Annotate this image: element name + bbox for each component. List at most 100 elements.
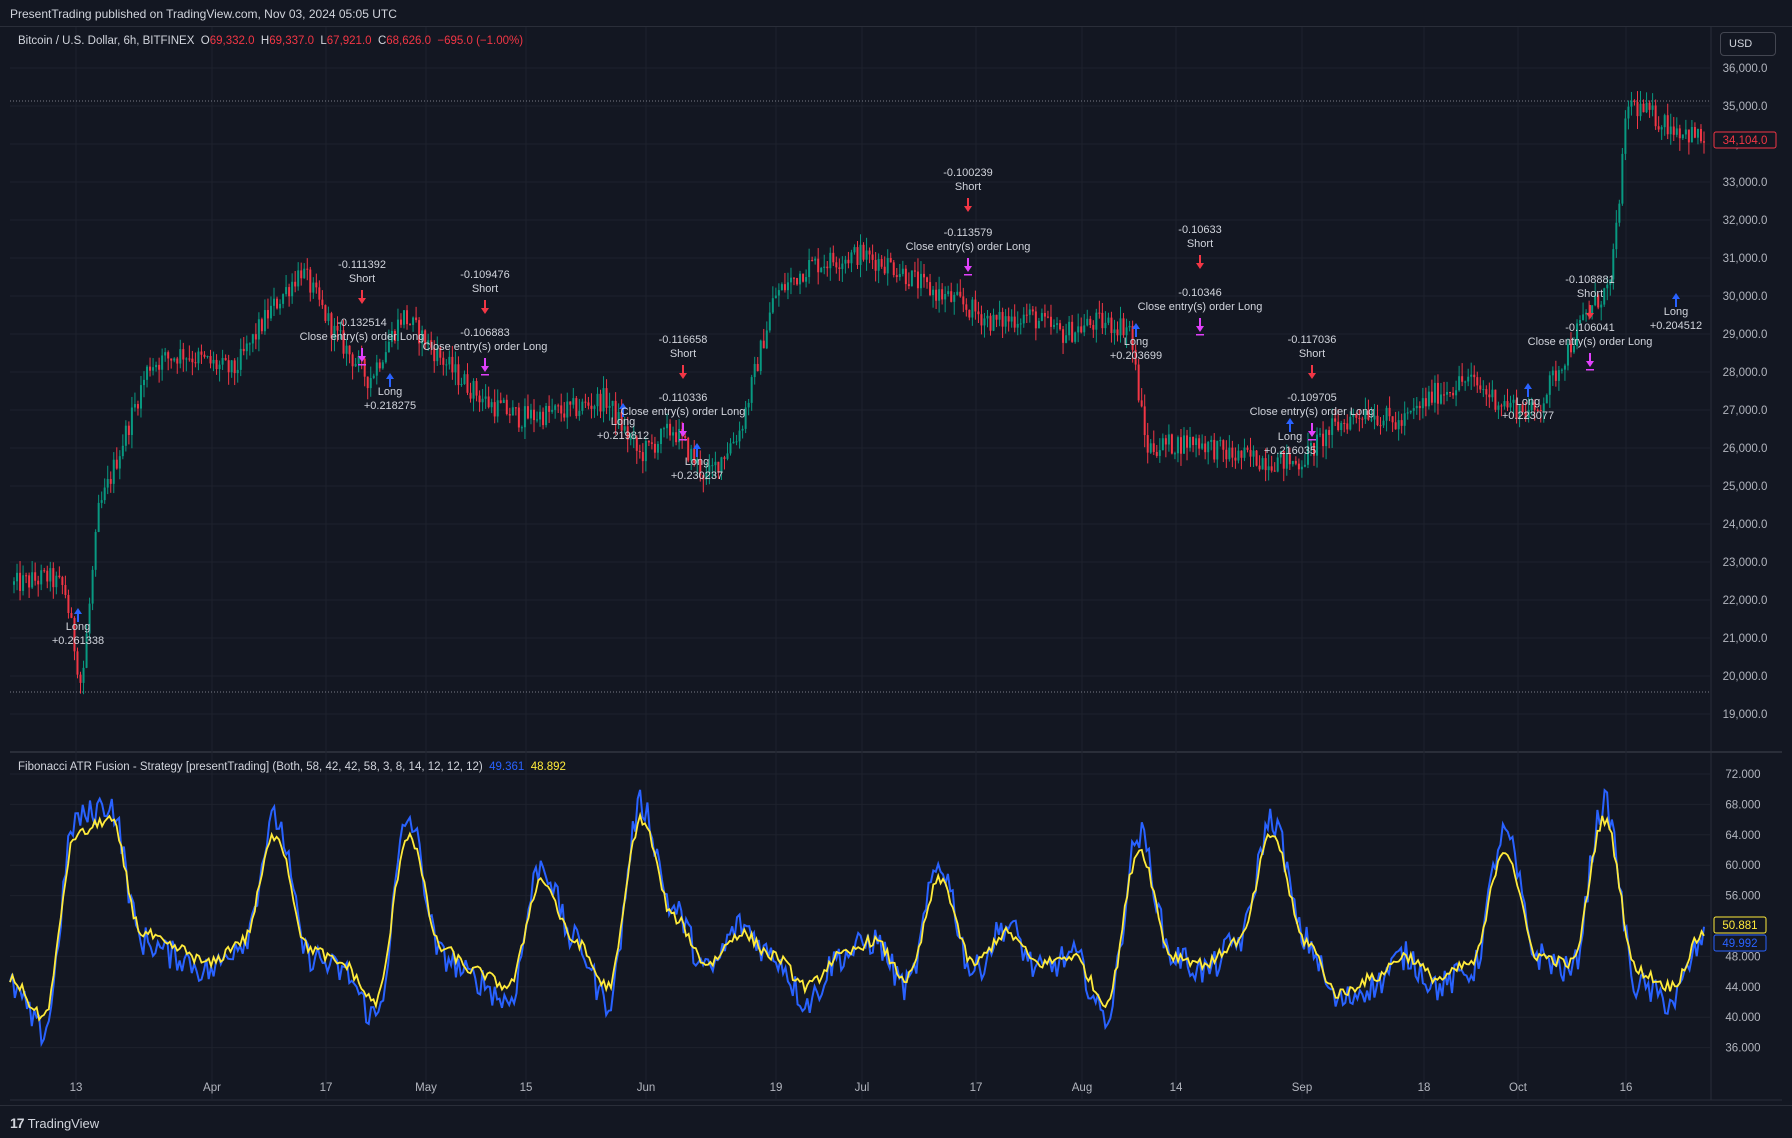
candle-body (977, 311, 980, 315)
candle-body (245, 343, 248, 352)
candle-body (829, 252, 832, 269)
candle-body (188, 358, 191, 360)
trade-value: -0.106041 (1565, 322, 1615, 334)
candle-body (1176, 437, 1179, 454)
candle-body (950, 291, 953, 302)
candle-body (415, 317, 418, 321)
candle-body (956, 291, 959, 295)
candle-body (659, 428, 662, 445)
candle-body (372, 375, 375, 379)
candle-body (1331, 418, 1334, 435)
candle-body (508, 414, 511, 416)
trade-label: Short (472, 283, 498, 295)
candle-body (1563, 365, 1566, 370)
candle-body (1328, 430, 1331, 435)
candle-body (965, 304, 968, 310)
candle-body (1554, 370, 1557, 381)
trade-value: -0.109476 (460, 269, 510, 281)
candle-body (1666, 115, 1669, 135)
candle-body (1113, 329, 1116, 333)
candle-body (348, 345, 351, 355)
candle-body (889, 258, 892, 263)
candle-body (16, 572, 19, 582)
price-pane[interactable] (10, 27, 1710, 751)
chart-canvas[interactable]: Long +0.261338 -0.111392 Short -0.132514 Clos… (0, 0, 1792, 1105)
candle-body (82, 667, 85, 683)
candle-body (143, 379, 145, 386)
candle-body (91, 569, 94, 604)
high-label: H (260, 35, 270, 47)
candle-body (910, 270, 913, 287)
candle-body (409, 324, 412, 326)
candle-body (1449, 391, 1452, 393)
trade-value: +0.216035 (1264, 445, 1316, 457)
candle-body (1089, 318, 1092, 325)
trade-value: +0.223077 (1502, 410, 1554, 422)
candle-body (1669, 126, 1672, 135)
candle-body (883, 266, 886, 274)
candle-body (457, 364, 460, 386)
candle-body (1291, 460, 1294, 465)
low-value: 67,921.0 (326, 35, 372, 47)
candle-body (1195, 438, 1198, 446)
candle-body (254, 334, 257, 340)
currency-button[interactable]: USD (1720, 32, 1776, 56)
candle-body (656, 444, 659, 453)
candle-body (248, 343, 251, 345)
candle-body (209, 356, 212, 364)
symbol-name[interactable]: Bitcoin / U.S. Dollar, 6h, BITFINEX (18, 35, 194, 47)
high-value: 69,337.0 (269, 35, 314, 47)
candle-body (366, 376, 369, 389)
candle-body (1065, 335, 1068, 343)
candle-body (300, 270, 303, 279)
symbol-legend[interactable]: Bitcoin / U.S. Dollar, 6h, BITFINEX O69,… (18, 35, 523, 47)
price-axis[interactable]: 36,000.035,000.034,000.033,000.032,000.0… (1723, 63, 1768, 721)
candle-body (523, 406, 526, 428)
tradingview-brand[interactable]: 17 TradingView (10, 1115, 99, 1131)
candle-body (995, 314, 998, 320)
candle-body (1476, 377, 1479, 386)
candle-body (1503, 401, 1506, 407)
candle-body (1053, 324, 1055, 327)
candle-body (1660, 127, 1663, 130)
indicator-legend[interactable]: Fibonacci ATR Fusion - Strategy [present… (18, 761, 566, 773)
candle-body (1388, 407, 1391, 417)
candle-body (1016, 323, 1019, 328)
candle-body (1240, 450, 1243, 458)
candle-body (1300, 466, 1303, 470)
close-value: 68,626.0 (386, 35, 432, 47)
candle-body (935, 289, 938, 301)
candle-body (167, 352, 170, 359)
candle-body (79, 674, 82, 683)
candle-body (1155, 451, 1158, 456)
indicator-name[interactable]: Fibonacci ATR Fusion - Strategy [present… (18, 761, 483, 773)
candle-body (1627, 106, 1630, 119)
candle-body (1077, 326, 1080, 333)
candle-body (291, 281, 294, 297)
oscillator-axis[interactable]: 72.00068.00064.00060.00056.00052.00048.0… (1725, 769, 1760, 1055)
candle-body (1001, 311, 1004, 327)
candle-body (469, 392, 472, 399)
price-tick-label: 26,000.0 (1723, 443, 1768, 455)
candle-body (1116, 329, 1119, 336)
candle-body (406, 310, 409, 325)
last-price-label: 34,104.0 (1723, 135, 1768, 147)
candle-body (514, 407, 517, 409)
candle-body (1642, 103, 1645, 113)
trade-value: -0.111392 (338, 259, 386, 271)
trade-label: Close entry(s) order Long (1138, 301, 1263, 313)
candle-body (1699, 128, 1702, 142)
candle-body (161, 355, 164, 370)
candle-body (58, 575, 61, 578)
candle-body (780, 284, 783, 291)
candle-body (862, 244, 865, 260)
candle-body (1170, 434, 1173, 454)
candle-body (944, 294, 947, 300)
candle-body (1140, 400, 1143, 407)
candle-body (1433, 382, 1436, 403)
candle-body (133, 404, 136, 408)
candle-body (953, 294, 956, 302)
candle-body (539, 411, 542, 420)
candle-body (1267, 466, 1270, 471)
candle-body (771, 298, 774, 313)
